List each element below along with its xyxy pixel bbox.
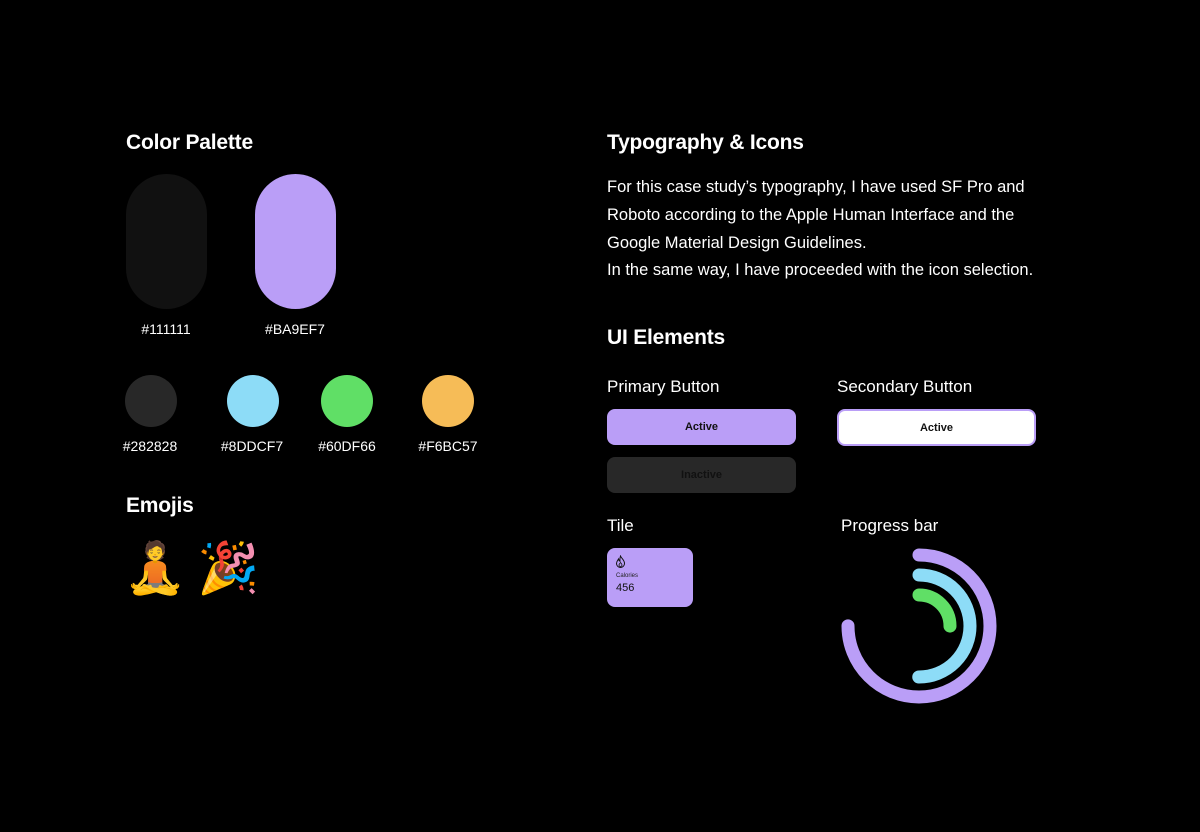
- color-swatch-f6bc57: [422, 375, 474, 427]
- calories-tile[interactable]: Calories 456: [607, 548, 693, 607]
- color-swatch-8ddcf7: [227, 375, 279, 427]
- secondary-button-label: Secondary Button: [837, 377, 973, 396]
- typography-line: Roboto according to the Apple Human Inte…: [607, 205, 1015, 224]
- color-palette-title: Color Palette: [126, 131, 253, 154]
- flame-icon: [615, 555, 626, 568]
- color-label: #F6BC57: [418, 438, 478, 454]
- ui-elements-title: UI Elements: [607, 326, 726, 349]
- typography-line: For this case study’s typography, I have…: [607, 178, 1025, 196]
- color-swatch-60df66: [321, 375, 373, 427]
- color-swatch-282828: [125, 375, 177, 427]
- color-label: #BA9EF7: [265, 321, 325, 337]
- typography-line: Google Material Design Guidelines.: [607, 233, 867, 252]
- primary-active-button[interactable]: Active: [607, 409, 796, 445]
- tile-caption: Calories: [616, 573, 639, 579]
- primary-button-label: Primary Button: [607, 377, 720, 396]
- party-popper-emoji: 🎉: [197, 540, 260, 596]
- color-swatch-111111: [126, 174, 207, 309]
- typography-description: For this case study’s typography, I have…: [607, 174, 1167, 285]
- typography-title: Typography & Icons: [607, 131, 804, 154]
- tile-value: 456: [616, 582, 635, 594]
- tile-label: Tile: [607, 516, 634, 535]
- secondary-active-button[interactable]: Active: [837, 409, 1036, 446]
- color-swatch-ba9ef7: [255, 174, 336, 309]
- progress-rings: [841, 548, 997, 704]
- progress-bar-label: Progress bar: [841, 516, 939, 535]
- color-label: #111111: [141, 321, 191, 337]
- progress-ring-inner: [881, 588, 957, 664]
- typography-line: In the same way, I have proceeded with t…: [607, 261, 1034, 280]
- emojis-title: Emojis: [126, 494, 194, 517]
- meditation-emoji: 🧘: [124, 540, 187, 596]
- primary-inactive-button[interactable]: Inactive: [607, 457, 796, 493]
